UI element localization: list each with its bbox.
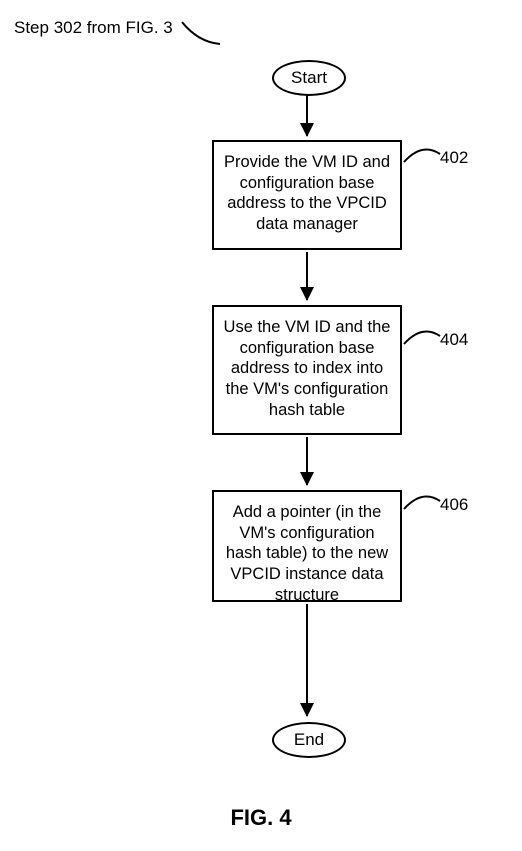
arrow-start-to-402	[306, 94, 308, 136]
start-label: Start	[291, 68, 327, 88]
step-id-406: 406	[440, 495, 468, 515]
callout-curve-icon	[402, 487, 442, 515]
reference-label: Step 302 from FIG. 3	[14, 18, 173, 38]
callout-curve-icon	[402, 140, 442, 168]
step-text-404: Use the VM ID and the configuration base…	[224, 318, 391, 419]
step-box-402: Provide the VM ID and configuration base…	[212, 140, 402, 250]
arrow-406-to-end	[306, 604, 308, 716]
step-text-402: Provide the VM ID and configuration base…	[224, 153, 390, 233]
reference-curve-icon	[180, 14, 230, 48]
step-id-402: 402	[440, 148, 468, 168]
step-box-404: Use the VM ID and the configuration base…	[212, 305, 402, 435]
arrow-402-to-404	[306, 252, 308, 300]
step-box-406: Add a pointer (in the VM's configuration…	[212, 490, 402, 602]
flowchart-container: Step 302 from FIG. 3 Start Provide the V…	[0, 0, 522, 851]
arrow-404-to-406	[306, 437, 308, 485]
start-terminator: Start	[272, 60, 346, 96]
callout-curve-icon	[402, 322, 442, 350]
step-id-404: 404	[440, 330, 468, 350]
step-text-406: Add a pointer (in the VM's configuration…	[226, 503, 388, 604]
end-label: End	[294, 730, 324, 750]
figure-caption: FIG. 4	[0, 805, 522, 831]
end-terminator: End	[272, 722, 346, 758]
